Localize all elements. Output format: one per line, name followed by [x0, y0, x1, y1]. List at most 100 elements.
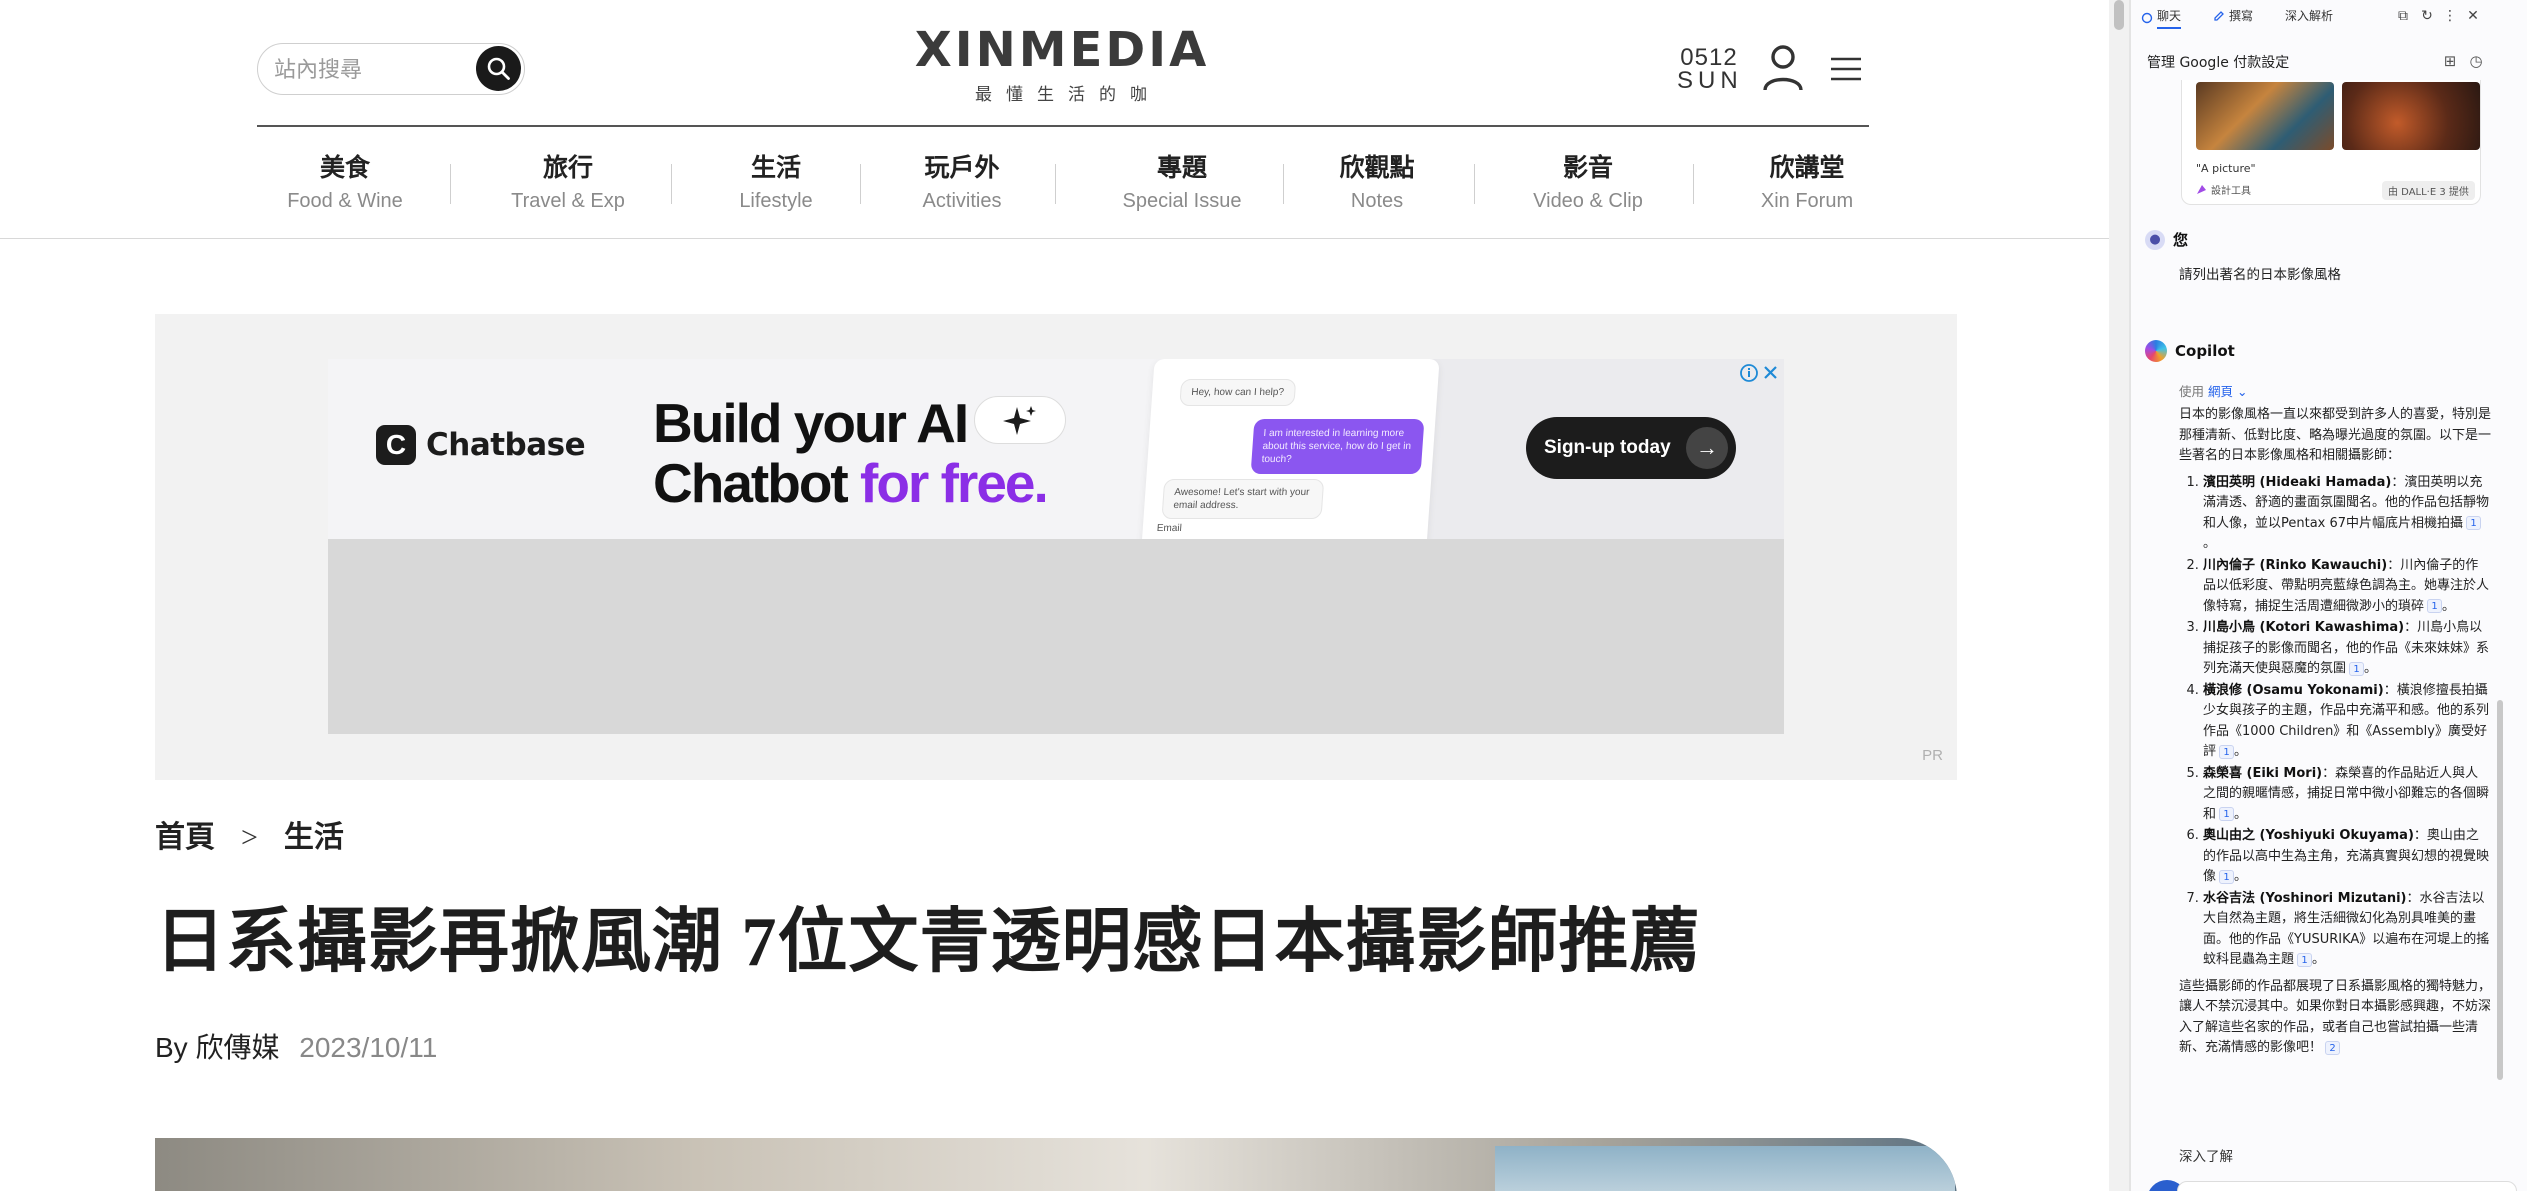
chat-bubble-bot: Awesome! Let's start with your email add… [1161, 479, 1325, 519]
chat-email-label: Email [1156, 523, 1183, 534]
used-source-link: 網頁 [2207, 384, 2233, 399]
list-item: 水谷吉法 (Yoshinori Mizutani)：水谷吉法以大自然為主題，將生… [2203, 889, 2491, 971]
tab-insights[interactable]: 深入解析 [2285, 7, 2333, 24]
nav-separator [450, 164, 451, 204]
photographer-name: 奧山由之 (Yoshiyuki Okuyama) [2203, 828, 2414, 843]
citation-badge[interactable]: 1 [2297, 952, 2313, 967]
citation-badge[interactable]: 1 [2427, 599, 2443, 613]
list-item: 川內倫子 (Rinko Kawauchi)：川內倫子的作品以低彩度、帶點明亮藍綠… [2203, 556, 2491, 618]
copilot-panel: 聊天 撰寫 深入解析 ⧉ ↻ ⋮ ✕ 管理 Google 付款設定 ⊞ ◷ "A… [2131, 0, 2527, 1191]
search-icon [487, 57, 510, 80]
generated-image-2[interactable] [2342, 82, 2480, 150]
copilot-name: Copilot [2175, 342, 2235, 360]
user-icon[interactable] [1761, 44, 1805, 92]
scrollbar-thumb[interactable] [2114, 0, 2124, 30]
hero-image-window [1495, 1146, 1955, 1191]
nav-label-zh: 旅行 [542, 153, 593, 182]
tab-insights-label: 深入解析 [2285, 9, 2334, 23]
answer-intro: 日本的影像風格一直以來都受到許多人的喜愛，特別是那種清新、低對比度、略為曝光過度… [2179, 407, 2492, 463]
signup-button[interactable]: Sign-up today → [1526, 417, 1736, 479]
copilot-scrollbar[interactable] [2497, 700, 2503, 1080]
tab-chat[interactable]: 聊天 [2141, 7, 2182, 29]
nav-separator [1693, 164, 1694, 204]
date-day: 0512 [1680, 44, 1738, 71]
open-external-icon[interactable]: ⧉ [2395, 8, 2411, 24]
nav-separator [671, 164, 672, 204]
chat-input[interactable] [2177, 1181, 2517, 1191]
copilot-tabs: 聊天 撰寫 深入解析 ⧉ ↻ ⋮ ✕ [2131, 0, 2527, 34]
nav-separator [860, 164, 861, 204]
copilot-logo-icon [2145, 340, 2167, 362]
citation-badge[interactable]: 2 [2325, 1040, 2341, 1055]
photographer-name: 森榮喜 (Eiki Mori) [2203, 765, 2323, 781]
ad-placeholder [328, 539, 1784, 734]
nav-item-activities[interactable]: 玩戶外 Activities [902, 150, 1022, 216]
answer-list: 濱田英明 (Hideaki Hamada)：濱田英明以充滿清透、舒適的畫面氛圍聞… [2179, 473, 2491, 971]
search-button[interactable] [476, 46, 521, 91]
used-source[interactable]: 使用 網頁 ⌄ [2179, 381, 2247, 400]
nav-label-zh: 專題 [1156, 153, 1207, 182]
list-item: 川島小鳥 (Kotori Kawashima)：川島小鳥以捕捉孩子的影像而聞名，… [2203, 618, 2491, 680]
nav-label-zh: 生活 [750, 153, 801, 182]
manage-payment-label[interactable]: 管理 Google 付款設定 [2147, 52, 2289, 72]
user-avatar: ● [2145, 229, 2165, 250]
byline-author[interactable]: By 欣傳媒 [155, 1032, 279, 1063]
more-options-icon[interactable]: ⋮ [2442, 8, 2458, 24]
page-scrollbar[interactable] [2109, 0, 2129, 1191]
nav-item-food[interactable]: 美食 Food & Wine [277, 150, 413, 216]
nav-item-video[interactable]: 影音 Video & Clip [1519, 150, 1657, 216]
byline-date: 2023/10/11 [299, 1032, 438, 1063]
nav-item-forum[interactable]: 欣講堂 Xin Forum [1742, 150, 1872, 216]
nav-item-travel[interactable]: 旅行 Travel & Exp [497, 150, 639, 216]
nav-item-lifestyle[interactable]: 生活 Lifestyle [720, 150, 832, 216]
ad-headline-accent: for free. [860, 452, 1049, 514]
citation-badge[interactable]: 1 [2349, 661, 2365, 676]
grid-icon[interactable]: ⊞ [2441, 52, 2459, 70]
ad-brand: Chatbase [426, 427, 586, 463]
tab-compose[interactable]: 撰寫 [2213, 7, 2253, 24]
breadcrumb-section[interactable]: 生活 [284, 821, 344, 854]
citation-badge[interactable]: 1 [2219, 744, 2235, 759]
list-item: 奧山由之 (Yoshiyuki Okuyama)：奧山由之的作品以高中生為主角，… [2203, 826, 2491, 888]
citation-badge[interactable]: 1 [2219, 869, 2235, 884]
ad-headline-line2: Chatbot for free. [653, 452, 1049, 514]
nav-label-en: Lifestyle [739, 190, 813, 212]
generated-image-card[interactable]: "A picture" 設計工具 由 DALL·E 3 提供 [2181, 80, 2481, 205]
ad-pr-label: PR [1922, 747, 1943, 764]
image-caption: "A picture" [2196, 162, 2256, 175]
breadcrumb-home[interactable]: 首頁 [155, 821, 215, 854]
nav-label-en: Travel & Exp [511, 190, 625, 212]
site-logo[interactable]: XINMEDIA 最懂生活的咖 [907, 22, 1217, 105]
nav-label-zh: 玩戶外 [924, 153, 1000, 182]
hamburger-menu-icon[interactable] [1831, 56, 1861, 82]
photographer-name: 水谷吉法 (Yoshinori Mizutani) [2203, 890, 2407, 906]
nav-separator [1055, 164, 1056, 204]
nav-label-en: Video & Clip [1533, 190, 1643, 212]
date-display: 0512 SUN [1677, 44, 1741, 93]
citation-badge[interactable]: 1 [2219, 807, 2235, 821]
citation-badge[interactable]: 1 [2466, 516, 2482, 530]
nav-divider [0, 238, 2109, 239]
chat-bubble-user: I am interested in learning more about t… [1250, 419, 1425, 474]
history-icon[interactable]: ◷ [2467, 52, 2485, 70]
search-input[interactable] [274, 56, 464, 84]
signup-button-label: Sign-up today [1544, 437, 1671, 458]
adchoices-icon[interactable] [1738, 362, 1782, 384]
refresh-icon[interactable]: ↻ [2419, 8, 2435, 24]
tab-compose-label: 撰寫 [2229, 9, 2254, 23]
page-title: 日系攝影再掀風潮 7位文青透明感日本攝影師推薦 [155, 904, 1701, 981]
nav-label-zh: 欣講堂 [1769, 153, 1845, 182]
user-message-header: ● 您 [2145, 229, 2188, 250]
nav-label-zh: 美食 [319, 153, 370, 182]
header-divider [257, 125, 1869, 127]
close-icon[interactable]: ✕ [2465, 8, 2481, 24]
list-item: 濱田英明 (Hideaki Hamada)：濱田英明以充滿清透、舒適的畫面氛圍聞… [2203, 473, 2491, 555]
photographer-name: 川內倫子 (Rinko Kawauchi) [2203, 557, 2388, 573]
generated-image-1[interactable] [2196, 82, 2334, 150]
image-tool[interactable]: 設計工具 [2196, 182, 2251, 197]
ad-banner[interactable]: C Chatbase Build your AI Chatbot for fre… [328, 359, 1784, 539]
search-box[interactable] [257, 43, 525, 95]
nav-item-special-issue[interactable]: 專題 Special Issue [1107, 150, 1257, 216]
logo-wordmark: XINMEDIA [914, 22, 1210, 78]
nav-item-notes[interactable]: 欣觀點 Notes [1327, 150, 1427, 216]
